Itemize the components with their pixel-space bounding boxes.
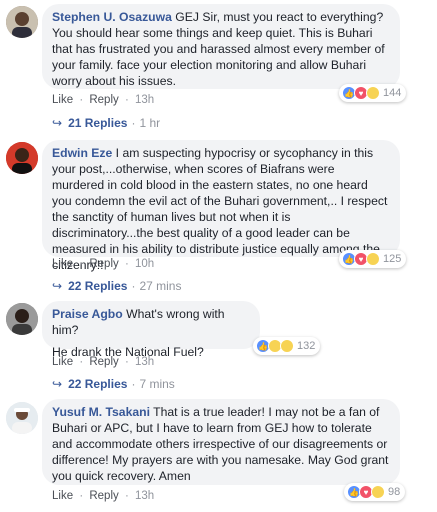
- view-replies[interactable]: ↪ 22 Replies · 7 mins: [52, 377, 175, 391]
- reaction-count: 144: [383, 87, 402, 99]
- comment-actions: Like · Reply · 13h: [52, 356, 154, 368]
- separator: ·: [131, 116, 136, 130]
- comment-author[interactable]: Yusuf M. Tsakani: [52, 405, 150, 419]
- separator: ·: [79, 356, 84, 368]
- avatar[interactable]: [6, 402, 38, 434]
- wow-reaction-icon: [366, 252, 380, 266]
- reaction-summary[interactable]: 👍 ♥ 125: [339, 250, 407, 268]
- reply-arrow-icon: ↪: [52, 279, 63, 293]
- separator: ·: [131, 279, 136, 293]
- comment-actions: Like · Reply · 10h: [52, 258, 154, 270]
- view-replies[interactable]: ↪ 21 Replies · 1 hr: [52, 116, 160, 130]
- separator: ·: [79, 94, 84, 106]
- comment-bubble: Praise Agbo What's wrong with him? He dr…: [42, 301, 260, 359]
- separator: ·: [124, 356, 129, 368]
- like-link[interactable]: Like: [52, 258, 73, 270]
- comment-actions: Like · Reply · 13h: [52, 490, 154, 502]
- profile-photo: [6, 402, 38, 434]
- comment-time[interactable]: 10h: [135, 258, 154, 270]
- comment-author[interactable]: Praise Agbo: [52, 307, 123, 321]
- profile-photo: [6, 142, 38, 174]
- comment-author[interactable]: Stephen U. Osazuwa: [52, 10, 172, 24]
- separator: ·: [124, 258, 129, 270]
- comment-bubble: Edwin Eze I am suspecting hypocrisy or s…: [42, 140, 400, 272]
- reply-link[interactable]: Reply: [89, 356, 118, 368]
- replies-time: 1 hr: [139, 116, 161, 130]
- separator: ·: [131, 377, 136, 391]
- comment-text: I am suspecting hypocrisy or sycophancy …: [52, 146, 388, 272]
- separator: ·: [79, 490, 84, 502]
- reaction-summary[interactable]: 👍 ♥ 144: [339, 84, 407, 102]
- profile-photo: [6, 303, 38, 335]
- replies-count[interactable]: 21 Replies: [68, 116, 127, 130]
- reply-link[interactable]: Reply: [89, 258, 118, 270]
- reply-link[interactable]: Reply: [89, 490, 118, 502]
- comment-time[interactable]: 13h: [135, 490, 154, 502]
- comment-author[interactable]: Edwin Eze: [52, 146, 112, 160]
- profile-photo: [6, 6, 38, 38]
- comment-actions: Like · Reply · 13h: [52, 94, 154, 106]
- reaction-summary[interactable]: 👍 ♥ 98: [344, 483, 406, 501]
- reaction-summary[interactable]: 👍 132: [253, 337, 321, 355]
- view-replies[interactable]: ↪ 22 Replies · 27 mins: [52, 279, 181, 293]
- comment-thread: Stephen U. Osazuwa GEJ Sir, must you rea…: [0, 0, 437, 512]
- separator: ·: [124, 490, 129, 502]
- like-link[interactable]: Like: [52, 356, 73, 368]
- reply-link[interactable]: Reply: [89, 94, 118, 106]
- comment-time[interactable]: 13h: [135, 356, 154, 368]
- avatar[interactable]: [6, 142, 38, 174]
- haha-reaction-icon: [366, 86, 380, 100]
- replies-time: 27 mins: [139, 279, 182, 293]
- reaction-count: 132: [297, 340, 316, 352]
- reply-arrow-icon: ↪: [52, 377, 63, 391]
- reaction-count: 98: [388, 486, 401, 498]
- comment-bubble: Yusuf M. Tsakani That is a true leader! …: [42, 399, 400, 485]
- wow-reaction-icon: [371, 485, 385, 499]
- like-link[interactable]: Like: [52, 94, 73, 106]
- reaction-count: 125: [383, 253, 402, 265]
- like-link[interactable]: Like: [52, 490, 73, 502]
- replies-time: 7 mins: [139, 377, 175, 391]
- separator: ·: [124, 94, 129, 106]
- avatar[interactable]: [6, 6, 38, 38]
- wow-reaction-icon: [280, 339, 294, 353]
- separator: ·: [79, 258, 84, 270]
- comment-bubble: Stephen U. Osazuwa GEJ Sir, must you rea…: [42, 4, 400, 89]
- comment-time[interactable]: 13h: [135, 94, 154, 106]
- reply-arrow-icon: ↪: [52, 116, 63, 130]
- replies-count[interactable]: 22 Replies: [68, 279, 127, 293]
- replies-count[interactable]: 22 Replies: [68, 377, 127, 391]
- avatar[interactable]: [6, 303, 38, 335]
